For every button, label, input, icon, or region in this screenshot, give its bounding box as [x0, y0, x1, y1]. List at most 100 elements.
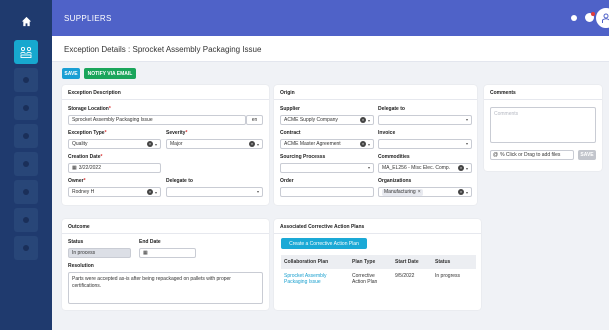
organizations-label: Organizations	[378, 178, 412, 184]
severity-select[interactable]: Major × ▾	[166, 139, 263, 149]
rail-item-4[interactable]	[14, 152, 38, 176]
clear-icon[interactable]: ×	[146, 189, 153, 195]
clear-icon[interactable]: ×	[146, 141, 153, 147]
rail-item-5[interactable]	[14, 180, 38, 204]
chevron-down-icon: ▾	[465, 117, 468, 122]
clear-icon[interactable]: ×	[457, 189, 464, 195]
column-header[interactable]: Start Date	[392, 255, 432, 269]
create-corrective-action-plan-button[interactable]: Create a Corrective Action Plan	[281, 238, 367, 249]
notification-icon[interactable]	[585, 12, 595, 22]
invoice-select[interactable]: ▾	[378, 139, 472, 149]
exception-type-label: Exception Type*	[68, 130, 107, 136]
delegate-select[interactable]: ▾	[166, 187, 263, 197]
clear-icon[interactable]: ×	[359, 141, 366, 147]
chevron-down-icon: ▾	[465, 165, 468, 171]
chevron-down-icon: ▾	[465, 189, 468, 195]
status-input: In process	[68, 248, 131, 258]
status-cell: In progress	[435, 273, 461, 279]
attach-icon: @	[493, 152, 499, 158]
card-heading: Associated Corrective Action Plans	[280, 224, 365, 230]
order-label: Order	[280, 178, 294, 184]
storage-location-label: Storage Location*	[68, 106, 111, 112]
rail-item-7[interactable]	[14, 236, 38, 260]
supplier-select[interactable]: ACME Supply Company × ▾	[280, 115, 374, 125]
clear-icon[interactable]: ×	[248, 141, 255, 147]
rail-item-1[interactable]	[14, 68, 38, 92]
home-icon[interactable]	[14, 9, 38, 33]
column-header[interactable]: Collaboration Plan	[281, 255, 349, 269]
exception-description-card: Exception Description Storage Location* …	[62, 85, 269, 205]
end-date-input[interactable]: ▦	[139, 248, 196, 258]
clear-icon[interactable]: ×	[457, 165, 464, 171]
page-title: Exception Details : Sprocket Assembly Pa…	[64, 45, 262, 54]
chevron-down-icon: ▾	[256, 141, 259, 147]
attach-files-button[interactable]: @ % Click or Drag to add files	[490, 150, 574, 160]
suppliers-icon[interactable]	[14, 40, 38, 64]
contract-select[interactable]: ACME Master Agreement × ▾	[280, 139, 374, 149]
chevron-down-icon: ▾	[154, 189, 157, 195]
cap-table: Collaboration Plan Plan Type Start Date …	[281, 255, 476, 289]
commodities-select[interactable]: MA_EL256 - Misc Elec. Comp. × ▾	[378, 163, 472, 173]
origin-delegate-select[interactable]: ▾	[378, 115, 472, 125]
origin-card: Origin Supplier ACME Supply Company × ▾ D…	[274, 85, 477, 205]
content-area: SAVE NOTIFY VIA EMAIL Exception Descript…	[52, 62, 609, 330]
avatar[interactable]	[596, 8, 609, 28]
card-heading: Origin	[280, 90, 295, 96]
plan-link[interactable]: Sprocket Assembly Packaging Issue	[281, 269, 349, 289]
chevron-down-icon: ▾	[256, 189, 259, 194]
status-dot-icon[interactable]	[571, 15, 577, 21]
rail-item-6[interactable]	[14, 208, 38, 232]
table-header-row: Collaboration Plan Plan Type Start Date …	[281, 255, 476, 269]
comments-textarea[interactable]: Comments	[490, 107, 596, 143]
chevron-down-icon: ▾	[154, 141, 157, 147]
comment-save-button[interactable]: SAVE	[578, 150, 596, 160]
remove-tag-icon[interactable]: ×	[418, 189, 421, 195]
resolution-label: Resolution	[68, 263, 94, 269]
chevron-down-icon: ▾	[465, 141, 468, 146]
calendar-icon[interactable]: ▦	[72, 165, 77, 171]
outcome-card: Outcome Status In process End Date ▦ Res…	[62, 219, 269, 310]
card-heading: Exception Description	[68, 90, 121, 96]
corrective-action-plans-card: Associated Corrective Action Plans Creat…	[274, 219, 481, 310]
delegate-label: Delegate to	[166, 178, 193, 184]
invoice-label: Invoice	[378, 130, 396, 136]
language-selector[interactable]: en	[246, 115, 263, 125]
status-label: Status	[68, 239, 84, 245]
owner-select[interactable]: Rodney H × ▾	[68, 187, 161, 197]
table-row: Sprocket Assembly Packaging Issue Correc…	[281, 269, 476, 289]
organization-tag[interactable]: Manufacturing ×	[382, 188, 423, 196]
page-header: Exception Details : Sprocket Assembly Pa…	[52, 36, 609, 62]
save-button[interactable]: SAVE	[62, 68, 80, 79]
commodities-label: Commodities	[378, 154, 410, 160]
storage-location-input[interactable]: Sprocket Assembly Packaging Issue	[68, 115, 246, 125]
column-header[interactable]: Status	[432, 255, 476, 269]
creation-date-label: Creation Date*	[68, 154, 103, 160]
origin-delegate-label: Delegate to	[378, 106, 405, 112]
column-header[interactable]: Plan Type	[349, 255, 392, 269]
left-rail	[0, 0, 52, 330]
owner-label: Owner*	[68, 178, 86, 184]
chevron-down-icon: ▾	[367, 117, 370, 123]
sourcing-process-label: Sourcing Processs	[280, 154, 326, 160]
order-select[interactable]	[280, 187, 374, 197]
notify-via-email-button[interactable]: NOTIFY VIA EMAIL	[84, 68, 136, 79]
severity-label: Severity*	[166, 130, 188, 136]
start-date-cell: 9/5/2022	[395, 273, 415, 279]
clear-icon[interactable]: ×	[359, 117, 366, 123]
card-heading: Outcome	[68, 224, 90, 230]
end-date-label: End Date	[139, 239, 161, 245]
exception-type-select[interactable]: Quality × ▾	[68, 139, 161, 149]
calendar-icon[interactable]: ▦	[143, 250, 148, 256]
rail-item-2[interactable]	[14, 96, 38, 120]
organizations-select[interactable]: Manufacturing × × ▾	[378, 187, 472, 197]
chevron-down-icon: ▾	[367, 141, 370, 147]
top-bar: SUPPLIERS	[52, 0, 609, 36]
rail-item-3[interactable]	[14, 124, 38, 148]
sourcing-process-select[interactable]: ▾	[280, 163, 374, 173]
contract-label: Contract	[280, 130, 301, 136]
supplier-label: Supplier	[280, 106, 301, 112]
creation-date-input[interactable]: ▦ 3/22/2022	[68, 163, 161, 173]
card-heading: Comments	[490, 90, 516, 96]
resolution-textarea[interactable]: Parts were accepted as-is after being re…	[68, 272, 263, 304]
module-title: SUPPLIERS	[64, 14, 112, 23]
